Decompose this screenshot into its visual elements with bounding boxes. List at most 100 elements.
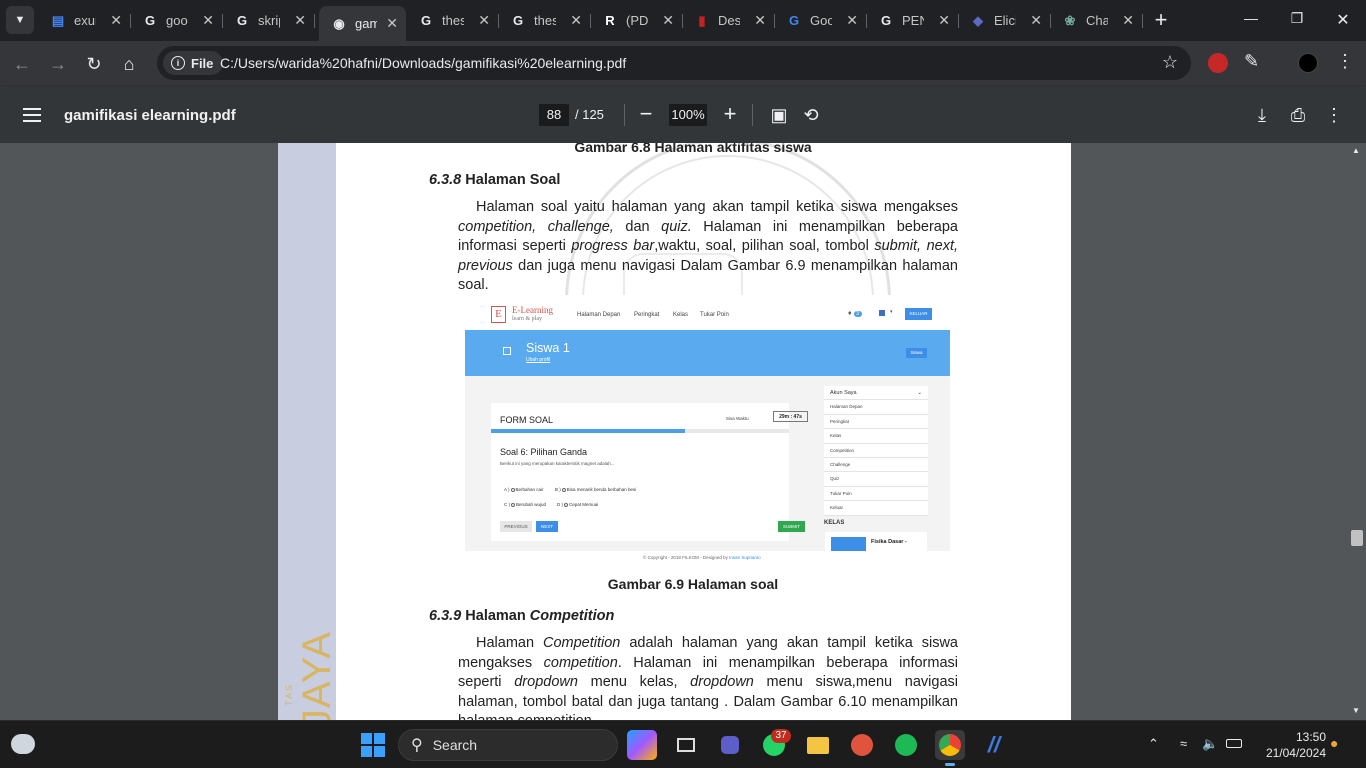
close-tab-icon[interactable]: ✕ — [202, 12, 214, 29]
minimize-button[interactable]: — — [1241, 10, 1261, 26]
figure-side-item: Kelas — [824, 429, 928, 444]
browser-menu-icon[interactable]: ⋮ — [1336, 51, 1354, 72]
scroll-up-arrow[interactable]: ▲ — [1352, 146, 1360, 155]
windows-taskbar: ⚲ Search 37 // ⌃ ≈ 🔈 13:50 21/04/2024 ● — [0, 720, 1366, 768]
windows-start-icon[interactable] — [361, 733, 385, 757]
wifi-icon[interactable]: ≈ — [1180, 736, 1187, 751]
dev-app-icon[interactable]: // — [979, 730, 1009, 760]
pdf-viewport[interactable]: TAS VIJAYA Gambar 6.8 Halaman aktifitas … — [0, 143, 1366, 720]
section-heading-competition: 6.3.9 Halaman Competition — [429, 608, 614, 624]
figure-footer: © Copyright - 2018 FILKOM - Designed by … — [643, 555, 843, 560]
extension-icon[interactable] — [1208, 53, 1228, 73]
search-label: Search — [432, 737, 478, 753]
notification-bell-icon[interactable]: ● — [1330, 735, 1338, 751]
close-tab-icon[interactable]: ✕ — [662, 12, 674, 29]
figure-kelas-image — [831, 537, 866, 551]
profile-avatar[interactable] — [1298, 53, 1318, 73]
address-bar[interactable]: i File C:/Users/warida%20hafni/Downloads… — [157, 46, 1191, 80]
back-button[interactable]: ← — [10, 52, 34, 76]
zoom-level-input[interactable]: 100% — [669, 104, 707, 126]
option-key: B ) — [555, 487, 561, 492]
figure-side-item: Competition — [824, 444, 928, 458]
figure-menu-item: Halaman Depan — [577, 312, 621, 318]
close-tab-icon[interactable]: ✕ — [1122, 12, 1134, 29]
google-icon: G — [512, 13, 524, 28]
tab-title: skrip — [258, 13, 280, 28]
paragraph-competition: Halaman Competition adalah halaman yang … — [458, 634, 958, 720]
close-tab-icon[interactable]: ✕ — [110, 12, 122, 29]
copilot-icon[interactable] — [627, 730, 657, 760]
scrollbar-thumb[interactable] — [1351, 530, 1363, 546]
fit-page-icon[interactable]: ▣ — [767, 103, 791, 127]
browser-tab[interactable]: Gthes ✕ — [498, 6, 591, 35]
whatsapp-badge: 37 — [771, 729, 791, 743]
zoom-out-button[interactable]: − — [636, 102, 656, 126]
browser-tab[interactable]: ❀ Cha ✕ — [1050, 6, 1143, 35]
browser-tab[interactable]: ▮ Des ✕ — [682, 6, 775, 35]
bookmark-star-icon[interactable]: ☆ — [1162, 52, 1178, 73]
close-tab-icon[interactable]: ✕ — [846, 12, 858, 29]
strip-small-text: TAS — [284, 683, 294, 706]
pdf-icon: ▮ — [698, 12, 706, 28]
restore-button[interactable]: ❐ — [1287, 10, 1307, 27]
url-text[interactable]: C:/Users/warida%20hafni/Downloads/gamifi… — [220, 55, 626, 71]
browser-tab[interactable]: Ggoo ✕ — [130, 6, 223, 35]
reload-button[interactable]: ↻ — [82, 52, 106, 76]
browser-tab[interactable]: ◆ Elici ✕ — [958, 6, 1051, 35]
close-tab-icon[interactable]: ✕ — [570, 12, 582, 29]
tab-title: goo — [166, 13, 188, 28]
more-actions-icon[interactable]: ⋮ — [1322, 103, 1346, 127]
rotate-icon[interactable]: ⟲ — [799, 103, 823, 127]
forward-button[interactable]: → — [46, 52, 70, 76]
task-view-icon[interactable] — [671, 730, 701, 760]
close-tab-icon[interactable]: ✕ — [754, 12, 766, 29]
figure-progress-bar — [491, 429, 789, 433]
game-app-icon[interactable] — [847, 730, 877, 760]
spotify-icon[interactable] — [891, 730, 921, 760]
home-button[interactable]: ⌂ — [117, 52, 141, 76]
brand-tagline: learn & play — [512, 316, 542, 322]
site-info-chip[interactable]: i File — [163, 51, 224, 75]
scroll-down-arrow[interactable]: ▼ — [1352, 706, 1360, 715]
close-tab-icon[interactable]: ✕ — [294, 12, 306, 29]
print-icon[interactable]: ⎙ — [1286, 103, 1310, 127]
extensions-puzzle-icon[interactable]: ✎ — [1244, 51, 1259, 72]
close-tab-icon[interactable]: ✕ — [386, 15, 398, 32]
battery-icon[interactable] — [1226, 736, 1242, 751]
close-tab-icon[interactable]: ✕ — [938, 12, 950, 29]
new-tab-button[interactable]: + — [1150, 9, 1172, 31]
option-key: D ) — [557, 502, 563, 507]
download-icon[interactable]: ⤓ — [1250, 103, 1274, 127]
close-tab-icon[interactable]: ✕ — [1030, 12, 1042, 29]
sidebar-menu-icon[interactable] — [23, 108, 41, 122]
browser-tab[interactable]: ▤ exun ✕ — [38, 6, 131, 35]
close-tab-icon[interactable]: ✕ — [478, 12, 490, 29]
close-window-button[interactable]: ✕ — [1333, 10, 1353, 30]
pdf-toolbar: gamifikasi elearning.pdf 88 / 125 − 100%… — [0, 87, 1366, 143]
browser-tab[interactable]: G PEN ✕ — [866, 6, 959, 35]
tray-chevron-icon[interactable]: ⌃ — [1148, 736, 1159, 752]
pdf-title: gamifikasi elearning.pdf — [64, 107, 236, 124]
chrome-icon[interactable] — [935, 730, 965, 766]
video-app-icon[interactable] — [715, 730, 745, 760]
taskbar-search[interactable]: ⚲ Search — [398, 729, 618, 761]
browser-tab[interactable]: R (PDI ✕ — [590, 6, 683, 35]
figure-edit-profile: Ubah profil — [526, 357, 551, 363]
system-clock[interactable]: 13:50 21/04/2024 — [1256, 729, 1326, 761]
tab-title: Elici — [994, 13, 1016, 28]
file-explorer-icon[interactable] — [803, 730, 833, 760]
text-run: ,waktu, soal, pilihan soal, tombol — [654, 238, 875, 255]
browser-tab[interactable]: ◉ gam ✕ — [319, 6, 406, 41]
volume-icon[interactable]: 🔈 — [1202, 736, 1218, 752]
browser-tab[interactable]: Gskrip ✕ — [222, 6, 315, 35]
page-number-input[interactable]: 88 — [539, 104, 569, 126]
text-run: menu kelas, — [577, 674, 691, 691]
tab-search-button[interactable]: ▼ — [6, 6, 34, 34]
browser-tab[interactable]: G Goo ✕ — [774, 6, 867, 35]
radio-icon — [511, 502, 515, 507]
browser-tab[interactable]: Gthes ✕ — [406, 6, 499, 35]
weather-icon[interactable] — [11, 734, 35, 754]
figure-bell-icon: ♦ 3 — [848, 310, 862, 317]
top-caption: Gambar 6.8 Halaman aktifitas siswa — [574, 143, 812, 155]
zoom-in-button[interactable]: + — [720, 102, 740, 126]
